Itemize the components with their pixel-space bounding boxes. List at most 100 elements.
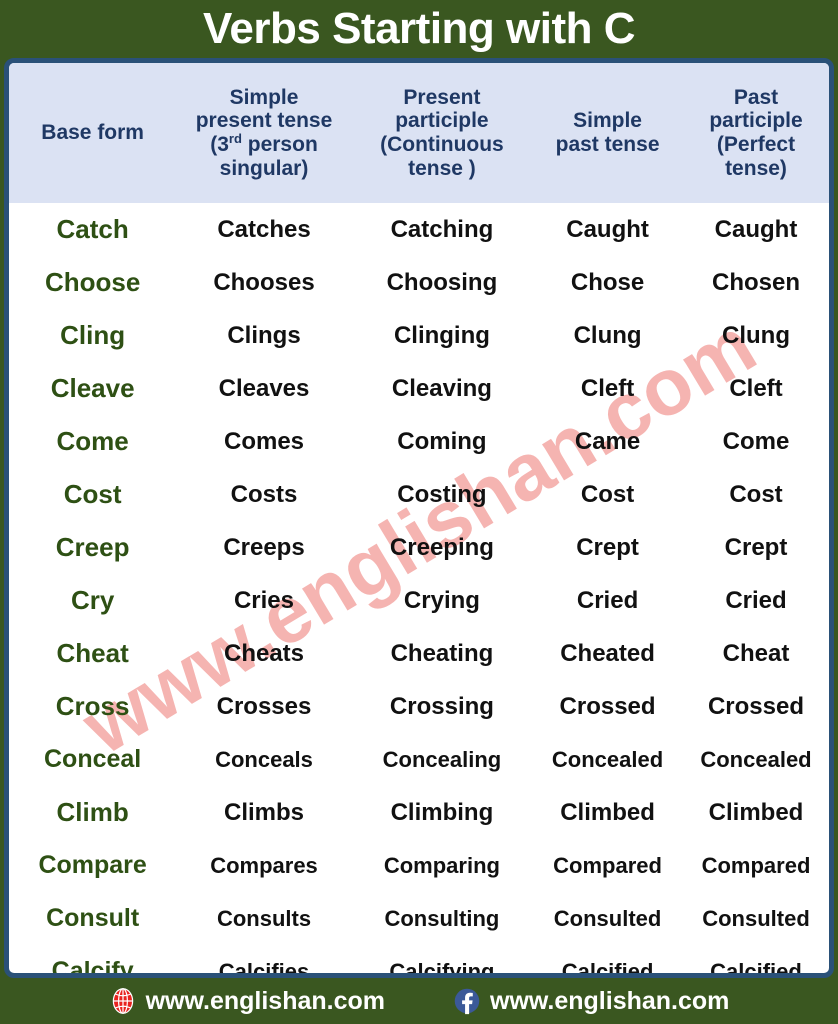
footer-facebook-link[interactable]: www.englishan.com [453,987,729,1016]
column-header-simple-present: Simple present tense (3rd person singula… [176,63,352,203]
cell-base-form: Catch [56,214,129,244]
table-row: Cost Costs Costing Cost Cost [9,468,829,521]
cell-present-participle: Choosing [386,268,498,296]
cell-base-form: Creep [55,532,130,562]
cell-past-participle: Consulted [702,905,810,931]
cell-past-participle: Come [722,427,790,455]
cell-simple-present: Comes [223,427,305,455]
cell-present-participle: Crying [403,586,480,614]
header-line-1: Simple [229,85,299,109]
cell-past-participle: Crossed [707,692,805,720]
cell-base-form: Cross [55,691,130,721]
footer-website-link[interactable]: www.englishan.com [109,987,385,1016]
header-line-3: (3rd person [210,131,318,156]
cell-past-participle: Caught [714,215,798,243]
column-header-past-participle: Past participle (Perfect tense) [683,63,829,203]
cell-simple-present: Cheats [223,639,305,667]
cell-present-participle: Consulting [384,905,500,931]
cell-base-form: Climb [56,797,129,827]
cell-past-participle: Chosen [711,268,800,296]
page-title-bar: Verbs Starting with C [0,0,838,58]
cell-simple-present: Cleaves [218,374,310,402]
cell-base-form: Choose [44,267,141,297]
cell-base-form: Cling [60,320,126,350]
cell-past-participle: Cheat [722,639,790,667]
cell-base-form: Compare [38,851,147,879]
cell-past-participle: Concealed [700,746,812,772]
header-line-4: tense ) [408,156,476,180]
column-header-base-form: Base form [9,63,177,203]
cell-simple-past: Compared [553,852,662,878]
cell-present-participle: Catching [390,215,494,243]
cell-simple-present: Cries [233,586,295,614]
column-header-simple-past: Simple past tense [532,63,683,203]
cell-simple-past: Chose [570,268,645,296]
table-header: Base form Simple present tense (3rd pers… [9,63,829,203]
cell-simple-present: Conceals [215,746,313,772]
cell-simple-present: Clings [227,321,301,349]
cell-present-participle: Cheating [390,639,494,667]
header-line-2: participle [709,109,803,133]
cell-present-participle: Crossing [389,692,494,720]
header-line-4: tense) [725,156,787,180]
header-line-1: Past [733,85,779,109]
page-footer: www.englishan.com www.englishan.com [0,978,838,1024]
table-row: Conceal Conceals Concealing Concealed Concea… [9,733,829,786]
table-row: Choose Chooses Choosing Chose Chosen [9,256,829,309]
cell-simple-past: Caught [566,215,649,243]
cell-simple-past: Cost [580,480,635,508]
cell-present-participle: Climbing [390,798,494,826]
cell-simple-past: Calcified [561,958,654,978]
cell-simple-past: Cheated [560,639,655,667]
table-row: Calcify Calcifies Calcifying Calcified Calci… [9,945,829,978]
table-row: Cross Crosses Crossing Crossed Crossed [9,680,829,733]
header-line-4: singular) [219,156,309,180]
header-line-2: past tense [555,133,660,156]
cell-present-participle: Cleaving [391,374,492,402]
cell-simple-present: Compares [210,852,318,878]
cell-present-participle: Coming [397,427,487,455]
header-line-1: Simple [573,109,642,133]
cell-past-participle: Climbed [708,798,804,826]
cell-base-form: Cheat [56,638,129,668]
cell-present-participle: Costing [397,480,487,508]
cell-past-participle: Cost [729,480,783,508]
cell-past-participle: Calcified [710,958,802,978]
column-header-present-participle: Present participle (Continuous tense ) [351,63,533,203]
header-line-2: participle [395,109,489,133]
table-row: Come Comes Coming Came Come [9,415,829,468]
cell-present-participle: Comparing [383,852,500,878]
cell-past-participle: Cried [725,586,787,614]
worksheet-page: Verbs Starting with C www.englishan.com … [0,0,838,1024]
cell-simple-past: Cleft [580,374,635,402]
cell-past-participle: Clung [722,321,790,349]
cell-simple-past: Concealed [551,746,664,772]
table-header-row: Base form Simple present tense (3rd pers… [9,63,829,203]
cell-base-form: Conceal [44,745,142,773]
cell-base-form: Consult [46,904,140,932]
footer-facebook-label: www.englishan.com [490,986,730,1015]
cell-simple-past: Climbed [560,798,655,826]
cell-simple-present: Catches [217,215,311,243]
cell-simple-present: Consults [216,905,312,931]
cell-past-participle: Cleft [729,374,783,402]
cell-simple-past: Came [574,427,641,455]
cell-simple-past: Crossed [559,692,656,720]
cell-simple-present: Creeps [223,533,305,561]
cell-simple-past: Cried [576,586,639,614]
table-body: Catch Catches Catching Caught Caught Choose Ch… [9,203,829,978]
cell-past-participle: Crept [724,533,788,561]
cell-base-form: Cleave [50,373,135,403]
table-row: Cling Clings Clinging Clung Clung [9,309,829,362]
header-line-1: Present [403,85,481,109]
table-row: Cleave Cleaves Cleaving Cleft Cleft [9,362,829,415]
table-row: Compare Compares Comparing Compared Compared [9,839,829,892]
cell-simple-present: Costs [230,480,298,508]
cell-simple-present: Calcifies [218,958,310,978]
cell-simple-present: Crosses [216,692,312,720]
cell-present-participle: Clinging [393,321,490,349]
cell-past-participle: Compared [701,852,811,878]
table-row: Cheat Cheats Cheating Cheated Cheat [9,627,829,680]
table-row: Catch Catches Catching Caught Caught [9,203,829,256]
cell-base-form: Cost [63,479,122,509]
